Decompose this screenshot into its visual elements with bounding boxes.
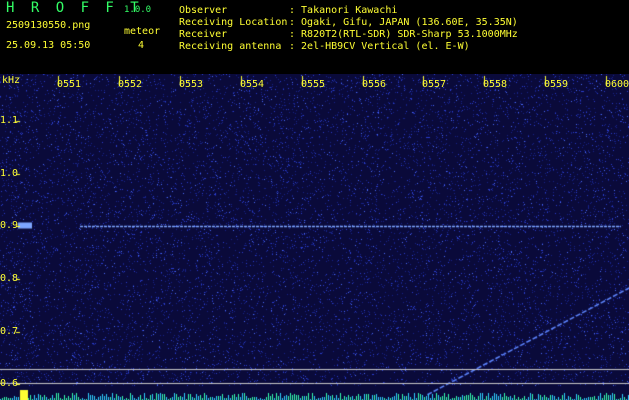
location-label: Receiving Location [179,17,288,28]
x-tick-label: 0559 [544,79,569,90]
observer-label: Observer [179,5,228,16]
x-tick-label: 0556 [362,79,387,90]
receiver-value: : R820T2(RTL-SDR) SDR-Sharp 53.1000MHz [289,29,518,40]
spectrogram-canvas [0,74,629,400]
x-tick-label: 0554 [240,79,265,90]
spectrogram-plot: kHz 0551 0552 0553 0554 0555 0556 0557 0558 0559… [0,74,629,400]
location-value: : Ogaki, Gifu, JAPAN (136.60E, 35.35N) [289,17,518,28]
x-tick-label: 0558 [483,79,508,90]
x-tick-label: 0551 [57,79,82,90]
y-tick-label: 0.9 [0,220,19,231]
antenna-label: Receiving antenna [179,41,282,52]
app-version: 1.0.0 [124,5,152,15]
date-time: 25.09.13 05:50 [6,40,91,51]
x-tick-label: 0553 [179,79,204,90]
y-tick-label: 0.7 [0,326,19,337]
x-tick-label: 0600 [605,79,629,90]
file-name: 2509130550.png [6,20,91,31]
y-tick-label: 1.1 [0,115,19,126]
meteor-label: meteor [124,26,161,37]
y-tick-label: 0.6 [0,378,19,389]
x-tick-label: 0555 [301,79,326,90]
meteor-count: 4 [138,40,145,51]
y-axis-unit-label: kHz [2,75,21,86]
y-tick-label: 1.0 [0,168,19,179]
y-tick-label: 0.8 [0,273,19,284]
antenna-value: : 2el-HB9CV Vertical (el. E-W) [289,41,470,52]
x-tick-label: 0557 [422,79,447,90]
x-tick-label: 0552 [118,79,143,90]
receiver-label: Receiver [179,29,228,40]
header-panel: H R O F F T 1.0.0 2509130550.png 25.09.1… [0,0,629,74]
observer-value: : Takanori Kawachi [289,5,398,16]
app-title: H R O F F T [6,0,143,16]
